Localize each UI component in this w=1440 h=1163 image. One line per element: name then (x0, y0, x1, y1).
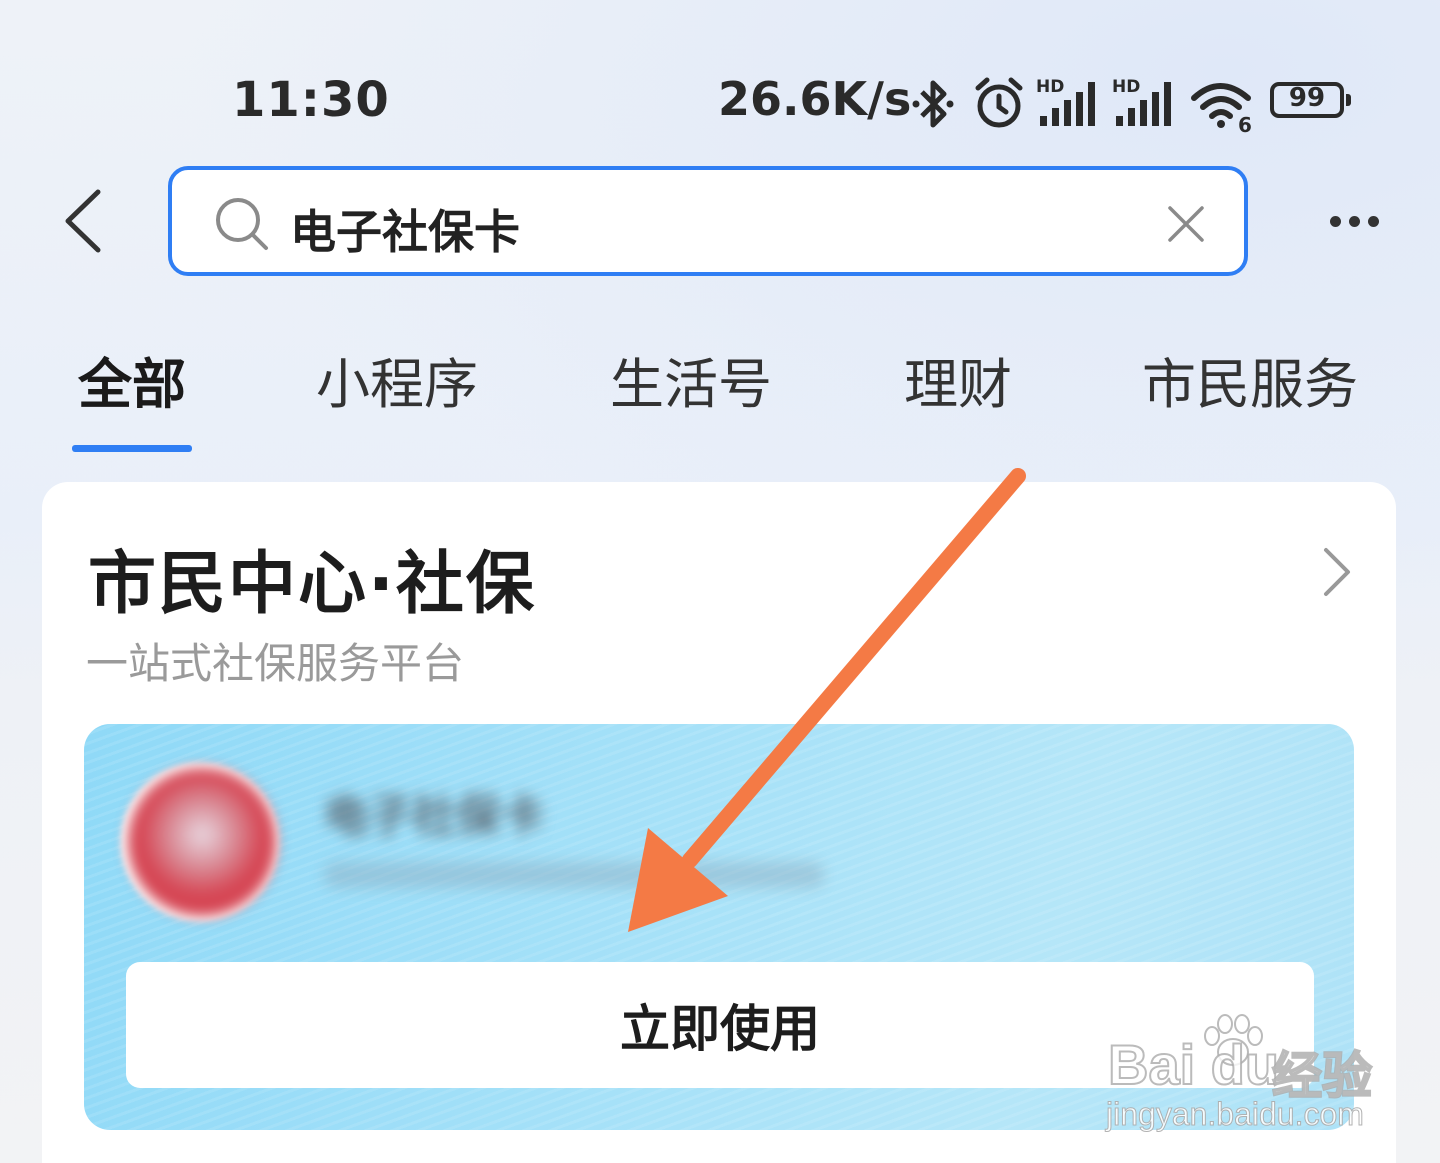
battery-icon: 99 (1270, 82, 1351, 118)
avatar (120, 762, 280, 922)
svg-text:6: 6 (1238, 113, 1252, 134)
watermark-url: jingyan.baidu.com (1106, 1096, 1365, 1133)
status-time: 11:30 (232, 72, 390, 128)
clear-icon[interactable] (1166, 204, 1206, 248)
back-arrow-icon[interactable] (58, 186, 108, 260)
search-input[interactable]: 电子社保卡 (168, 166, 1248, 276)
service-title: 电子社保卡 (324, 791, 544, 842)
tab-mini-programs[interactable]: 小程序 (316, 340, 478, 419)
network-speed: 26.6K/s (718, 72, 912, 126)
tab-life-accounts[interactable]: 生活号 (610, 340, 772, 419)
battery-level: 99 (1288, 83, 1326, 113)
card-subtitle: 一站式社保服务平台 (86, 639, 465, 688)
tab-all[interactable]: 全部 (78, 340, 186, 419)
svg-text:HD: HD (1112, 77, 1140, 97)
svg-text:HD: HD (1036, 77, 1064, 97)
social-security-emblem-icon (128, 768, 276, 916)
service-subtitle-blurred (324, 862, 824, 888)
alarm-icon (972, 74, 1026, 138)
category-tabs: 全部 小程序 生活号 理财 市民服务 (0, 340, 1440, 460)
watermark-brand: Bai du (1107, 1032, 1280, 1097)
chevron-right-icon[interactable] (1316, 542, 1356, 606)
tab-citizen-services[interactable]: 市民服务 (1142, 340, 1358, 419)
signal-hd-icon: HD (1036, 74, 1102, 138)
search-icon (212, 194, 272, 258)
more-options-icon[interactable] (1330, 212, 1387, 231)
signal-hd-icon: HD (1112, 74, 1178, 138)
wifi6-icon: 6 (1190, 74, 1256, 138)
baidu-watermark: Bai du 经验 jingyan.baidu.com (1102, 1012, 1402, 1152)
tab-finance[interactable]: 理财 (904, 340, 1012, 419)
status-bar: 11:30 26.6K/s HD HD 6 99 (0, 60, 1440, 140)
bluetooth-icon (908, 74, 958, 138)
search-query[interactable]: 电子社保卡 (290, 196, 520, 262)
card-title[interactable]: 市民中心·社保 (88, 528, 536, 627)
active-tab-indicator (72, 445, 192, 452)
